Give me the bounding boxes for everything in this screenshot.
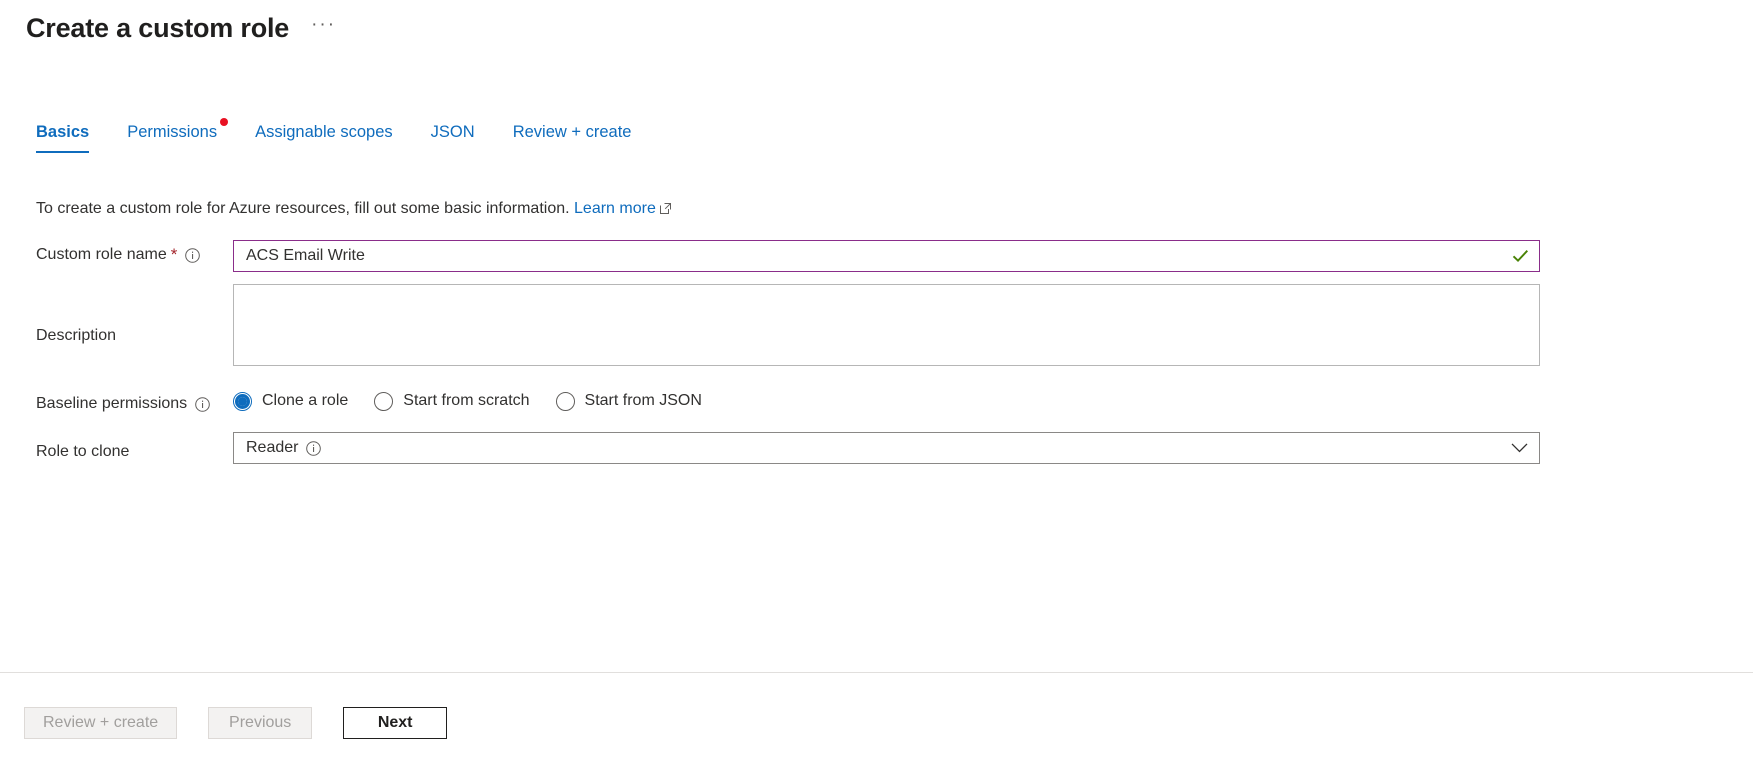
role-to-clone-label-cell: Role to clone <box>36 432 233 462</box>
row-custom-role-name: Custom role name * <box>36 240 1716 272</box>
intro-text: To create a custom role for Azure resour… <box>36 198 671 221</box>
row-role-to-clone: Role to clone Reader <box>36 432 1716 464</box>
baseline-permissions-label-cell: Baseline permissions <box>36 384 233 414</box>
wizard-tabs: Basics Permissions Assignable scopes JSO… <box>36 118 669 160</box>
description-label: Description <box>36 327 117 344</box>
title-row: Create a custom role ··· <box>26 10 338 46</box>
next-button[interactable]: Next <box>343 707 448 739</box>
page-title: Create a custom role <box>26 13 290 43</box>
radio-start-from-scratch[interactable]: Start from scratch <box>374 391 530 411</box>
baseline-permissions-label: Baseline permissions <box>36 395 188 412</box>
tab-assignable-scopes-label: Assignable scopes <box>255 123 393 141</box>
baseline-permissions-field-cell: Clone a role Start from scratch Start fr… <box>233 384 1716 416</box>
tab-assignable-scopes[interactable]: Assignable scopes <box>255 120 393 153</box>
custom-role-name-input-wrapper[interactable] <box>233 240 1540 272</box>
radio-start-from-scratch-label: Start from scratch <box>403 392 530 409</box>
tab-json-label: JSON <box>430 123 475 141</box>
radio-start-from-json-label: Start from JSON <box>584 392 702 409</box>
required-asterisk: * <box>170 245 178 264</box>
tab-basics[interactable]: Basics <box>36 120 90 153</box>
description-field-cell <box>233 284 1716 366</box>
tab-permissions[interactable]: Permissions <box>127 118 229 153</box>
role-to-clone-value: Reader <box>246 439 299 456</box>
learn-more-link[interactable]: Learn more <box>574 200 671 217</box>
basics-form: Custom role name * Description <box>36 240 1716 476</box>
baseline-permissions-radio-group: Clone a role Start from scratch Start fr… <box>233 384 1716 416</box>
create-custom-role-blade: Create a custom role ··· Basics Permissi… <box>0 0 1753 774</box>
previous-button[interactable]: Previous <box>208 707 313 739</box>
role-to-clone-select[interactable]: Reader <box>233 432 1540 464</box>
tab-json[interactable]: JSON <box>431 120 475 153</box>
external-link-icon <box>659 199 671 221</box>
custom-role-name-label: Custom role name <box>36 246 167 263</box>
custom-role-name-input[interactable] <box>246 247 1505 265</box>
radio-start-from-json[interactable]: Start from JSON <box>555 391 702 411</box>
description-label-cell: Description <box>36 284 233 346</box>
footer-divider <box>0 672 1753 673</box>
custom-role-name-label-cell: Custom role name * <box>36 240 233 265</box>
radio-clone-a-role-label: Clone a role <box>262 392 349 409</box>
review-create-button[interactable]: Review + create <box>24 707 178 739</box>
radio-mark-icon <box>555 391 575 411</box>
custom-role-name-field-cell <box>233 240 1716 272</box>
valid-checkmark-icon <box>1512 249 1529 264</box>
tab-review-create-label: Review + create <box>512 123 632 141</box>
intro-description: To create a custom role for Azure resour… <box>36 200 570 217</box>
tab-review-create[interactable]: Review + create <box>513 120 632 153</box>
row-baseline-permissions: Baseline permissions Clone a role Start … <box>36 384 1716 416</box>
radio-mark-icon <box>374 391 394 411</box>
description-textarea[interactable] <box>234 285 1539 365</box>
chevron-down-icon <box>1511 443 1528 454</box>
role-to-clone-label: Role to clone <box>36 443 130 460</box>
wizard-footer: Review + create Previous Next <box>24 707 448 739</box>
radio-clone-a-role[interactable]: Clone a role <box>233 391 349 411</box>
row-description: Description <box>36 284 1716 366</box>
tab-basics-label: Basics <box>36 123 90 141</box>
info-icon[interactable] <box>185 247 201 263</box>
more-options-icon[interactable]: ··· <box>309 14 338 42</box>
radio-mark-icon <box>233 391 252 411</box>
learn-more-label: Learn more <box>574 200 656 217</box>
role-to-clone-field-cell: Reader <box>233 432 1716 464</box>
tab-permissions-label: Permissions <box>127 123 218 141</box>
info-icon[interactable] <box>306 440 322 456</box>
description-textarea-wrapper[interactable] <box>233 284 1540 366</box>
info-icon[interactable] <box>195 396 210 412</box>
alert-dot-icon <box>220 118 229 126</box>
